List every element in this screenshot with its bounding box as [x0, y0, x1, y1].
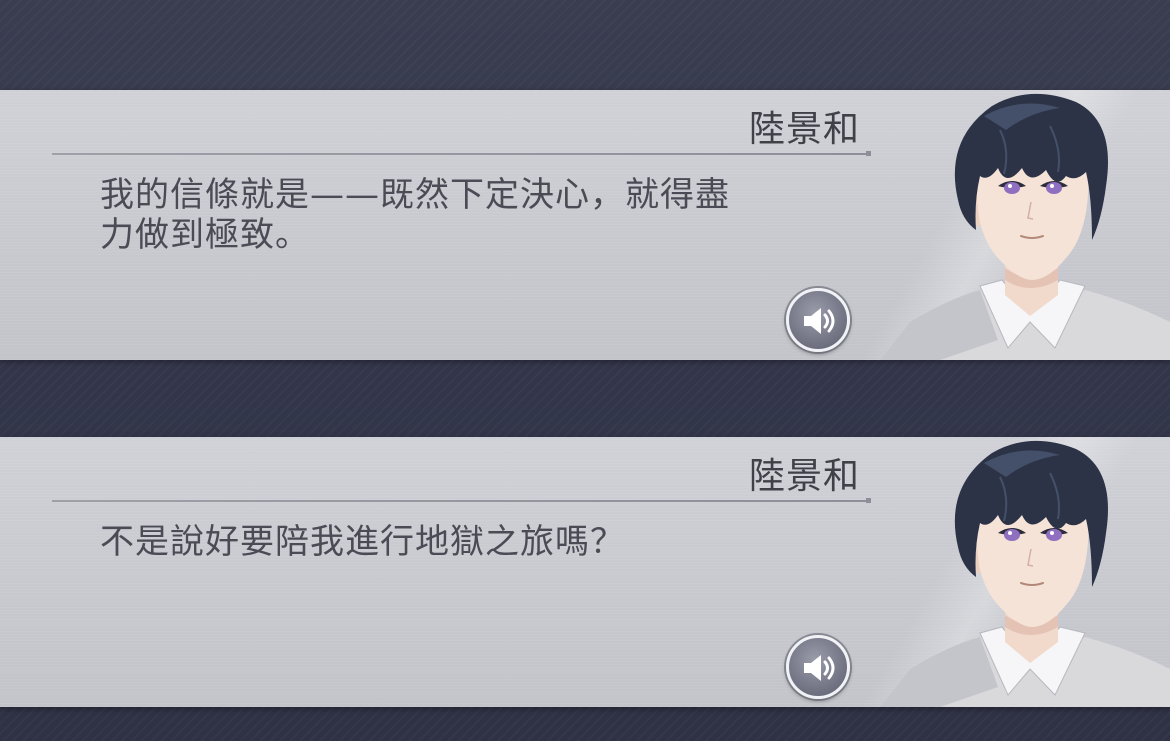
speaker-volume-icon	[804, 655, 835, 681]
voice-replay-button[interactable]	[786, 288, 850, 352]
speaker-name: 陸景和	[748, 456, 860, 497]
dialogue-text: 不是說好要陪我進行地獄之旅嗎？	[100, 522, 825, 562]
dialogue-log-entry: 陸景和 我的信條就是——既然下定決心，就得盡 力做到極致。	[0, 90, 1170, 360]
speaker-name: 陸景和	[748, 109, 860, 150]
name-divider	[52, 151, 871, 156]
dialogue-line: 力做到極致。	[100, 215, 310, 255]
speaker-volume-icon	[804, 308, 835, 334]
dialogue-log-entry: 陸景和 不是說好要陪我進行地獄之旅嗎？	[0, 437, 1170, 707]
name-divider	[52, 498, 871, 503]
dialogue-text: 我的信條就是——既然下定決心，就得盡 力做到極致。	[100, 175, 825, 255]
voice-replay-button[interactable]	[786, 635, 850, 699]
character-portrait	[880, 93, 1170, 360]
dialogue-line: 我的信條就是——既然下定決心，就得盡	[100, 175, 730, 215]
dialogue-line: 不是說好要陪我進行地獄之旅嗎？	[100, 522, 625, 562]
character-portrait	[880, 440, 1170, 707]
